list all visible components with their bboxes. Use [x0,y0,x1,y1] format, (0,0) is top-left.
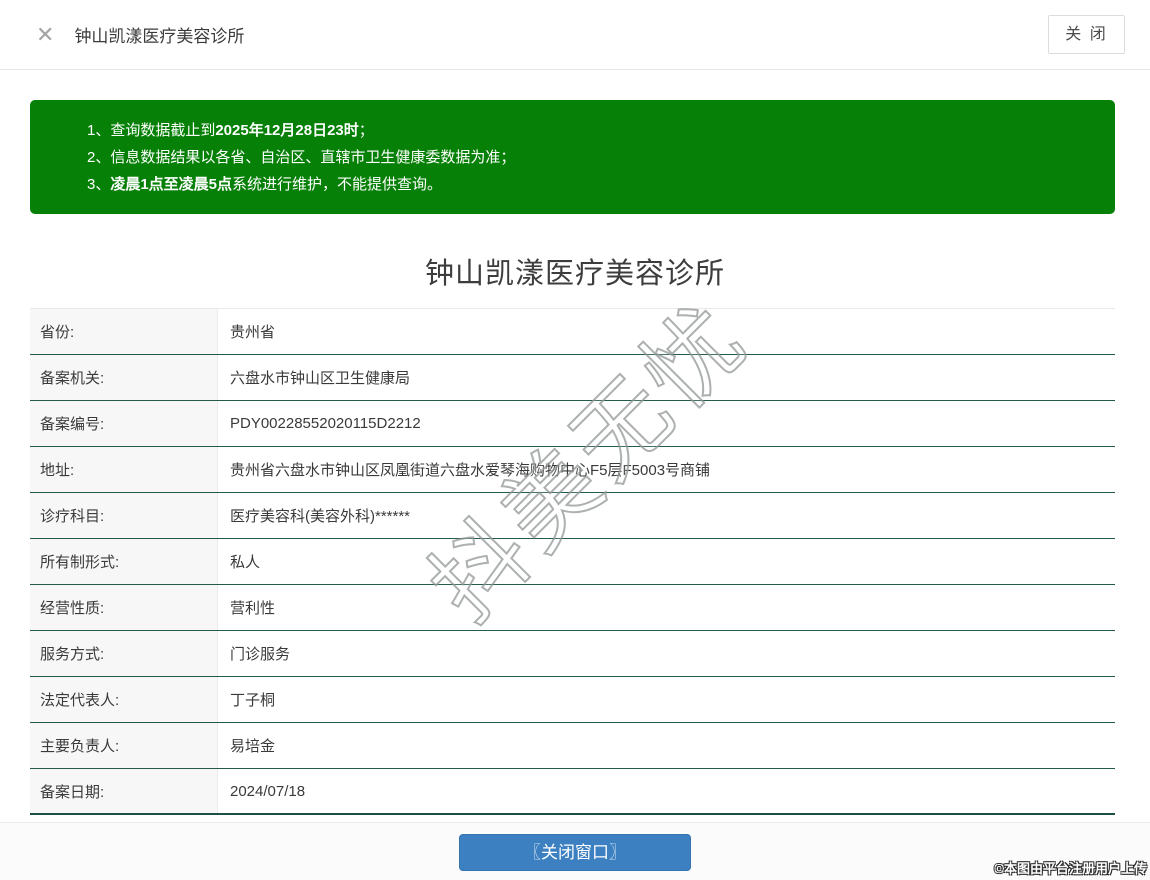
info-row: 所有制形式: 私人 [30,539,1115,585]
info-row-value: 易培金 [230,738,276,755]
info-row-label: 法定代表人: [30,677,218,722]
info-row: 备案日期: 2024/07/18 [30,769,1115,815]
info-row-label: 经营性质: [30,585,218,630]
info-row: 服务方式: 门诊服务 [30,631,1115,677]
notice-line: 3、凌晨1点至凌晨5点系统进行维护，不能提供查询。 [87,176,443,193]
info-row-value: 丁子桐 [230,692,276,709]
top-bar: ✕ 钟山凯漾医疗美容诊所 关 闭 [0,0,1150,70]
info-row: 地址: 贵州省六盘水市钟山区凤凰街道六盘水爱琴海购物中心F5层F5003号商铺 [30,447,1115,493]
notice-line: 1、查询数据截止到2025年12月28日23时； [87,122,374,139]
info-row-label: 地址: [30,447,218,492]
info-row: 法定代表人: 丁子桐 [30,677,1115,723]
notice-banner: 1、查询数据截止到2025年12月28日23时； 2、信息数据结果以各省、自治区、… [30,100,1115,214]
page-title: 钟山凯漾医疗美容诊所 [424,258,725,290]
info-row-value: PDY00228552020115D2212 [230,415,421,432]
close-window-button[interactable]: 〖关闭窗口〗 [459,834,691,871]
info-row-value: 医疗美容科(美容外科)****** [230,508,411,525]
info-row: 诊疗科目: 医疗美容科(美容外科)****** [30,493,1115,539]
info-row-label: 诊疗科目: [30,493,218,538]
window-title: 钟山凯漾医疗美容诊所 [74,27,245,46]
close-x-icon[interactable]: ✕ [36,23,54,46]
info-row-value: 私人 [230,554,261,571]
info-row-value: 贵州省六盘水市钟山区凤凰街道六盘水爱琴海购物中心F5层F5003号商铺 [230,462,711,479]
info-row-label: 所有制形式: [30,539,218,584]
info-row-label: 省份: [30,309,218,354]
footer-bar: 〖关闭窗口〗 [0,822,1150,880]
info-row-label: 主要负责人: [30,723,218,768]
info-row-value: 营利性 [230,600,276,617]
info-row: 备案机关: 六盘水市钟山区卫生健康局 [30,355,1115,401]
info-row-value: 贵州省 [230,324,276,341]
info-row: 备案编号: PDY00228552020115D2212 [30,401,1115,447]
credit-text: ©本图由平台注册用户上传 [994,861,1147,876]
notice-lines: 1、查询数据截止到2025年12月28日23时； 2、信息数据结果以各省、自治区、… [87,117,1095,198]
info-row-label: 备案机关: [30,355,218,400]
info-row-label: 备案编号: [30,401,218,446]
info-row-value: 六盘水市钟山区卫生健康局 [230,370,411,387]
info-row-label: 备案日期: [30,769,218,813]
info-row-value: 门诊服务 [230,646,291,663]
info-row: 省份: 贵州省 [30,309,1115,355]
info-row-label: 服务方式: [30,631,218,676]
notice-line: 2、信息数据结果以各省、自治区、直辖市卫生健康委数据为准； [87,149,516,166]
close-button[interactable]: 关 闭 [1048,15,1125,54]
info-table: 省份: 贵州省 备案机关: 六盘水市钟山区卫生健康局 备案编号: PDY002285520… [30,308,1115,815]
info-row: 主要负责人: 易培金 [30,723,1115,769]
info-row-value: 2024/07/18 [230,782,306,800]
info-row: 经营性质: 营利性 [30,585,1115,631]
